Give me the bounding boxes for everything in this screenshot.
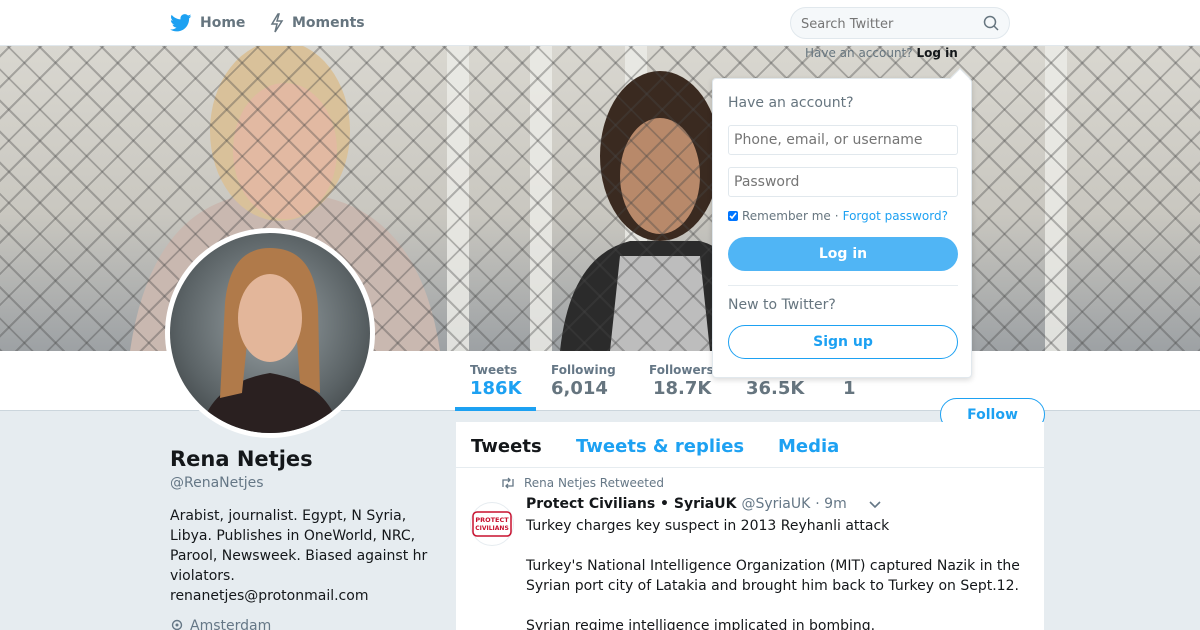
nav-moments-label: Moments — [292, 15, 365, 31]
profile-bio: Arabist, journalist. Egypt, N Syria, Lib… — [170, 506, 440, 606]
login-prompt-text: Have an account? — [805, 46, 913, 60]
login-title: Have an account? — [728, 95, 854, 111]
tweet-header: Protect Civilians • SyriaUK @SyriaUK · 9… — [526, 496, 847, 512]
profile-name: Rena Netjes — [170, 447, 313, 471]
retweet-note[interactable]: Rena Netjes Retweeted — [524, 476, 664, 490]
profile-handle[interactable]: @RenaNetjes — [170, 475, 264, 491]
timeline: Tweets Tweets & replies Media Rena Netje… — [456, 422, 1044, 630]
location-pin-icon — [171, 619, 183, 630]
password-field[interactable] — [728, 167, 958, 197]
avatar-portrait — [200, 248, 340, 433]
nav-moments[interactable]: Moments — [270, 12, 365, 34]
avatar-photo — [170, 233, 370, 433]
tweet-time[interactable]: · 9m — [815, 496, 846, 512]
tweet-author-handle[interactable]: @SyriaUK — [741, 496, 810, 512]
stat-value: 186K — [470, 378, 522, 399]
protect-civilians-logo: PROTECT CIVILIANS — [472, 511, 512, 537]
profile-location: Amsterdam — [170, 618, 271, 630]
stat-value: 6,014 — [551, 378, 608, 399]
tab-tweets-replies[interactable]: Tweets & replies — [576, 436, 744, 457]
timeline-tabs: Tweets Tweets & replies Media — [456, 422, 1044, 468]
chevron-down-icon[interactable] — [868, 500, 882, 510]
stat-label: Following — [551, 363, 616, 377]
retweet-context: Rena Netjes Retweeted — [500, 476, 664, 490]
stat-tweets[interactable]: Tweets 186K — [455, 351, 536, 411]
remember-row: Remember me · Forgot password? — [728, 209, 948, 223]
new-to-twitter-text: New to Twitter? — [728, 297, 836, 313]
login-link[interactable]: Log in — [916, 46, 957, 60]
tweet-text: Turkey charges key suspect in 2013 Reyha… — [526, 516, 1026, 630]
search-box — [790, 7, 1010, 39]
stat-label: Followers — [649, 363, 714, 377]
signup-button[interactable]: Sign up — [728, 325, 958, 359]
lightning-icon — [270, 13, 284, 33]
stat-value: 18.7K — [653, 378, 712, 399]
location-text: Amsterdam — [190, 618, 272, 630]
stat-followers[interactable]: Followers 18.7K — [649, 351, 714, 411]
search-icon[interactable] — [983, 15, 999, 31]
separator-dot: · — [834, 209, 839, 223]
stat-value: 1 — [843, 378, 856, 399]
top-navigation-bar: Home Moments — [0, 0, 1200, 46]
tweet-author-name[interactable]: Protect Civilians • SyriaUK — [526, 496, 736, 512]
nav-home-label: Home — [200, 15, 246, 31]
login-button[interactable]: Log in — [728, 237, 958, 271]
stat-value: 36.5K — [746, 378, 805, 399]
login-dropdown: Have an account? Remember me · Forgot pa… — [712, 68, 972, 378]
profile-avatar[interactable] — [165, 228, 375, 438]
tweet-avatar[interactable]: PROTECT CIVILIANS — [470, 502, 514, 546]
remember-label[interactable]: Remember me — [742, 209, 831, 223]
logo-text-2: CIVILIANS — [475, 525, 509, 532]
divider — [728, 285, 958, 286]
tweet-line: Turkey charges key suspect in 2013 Reyha… — [526, 518, 890, 534]
twitter-bird-icon — [170, 14, 192, 32]
forgot-password-link[interactable]: Forgot password? — [843, 209, 948, 223]
logo-text-1: PROTECT — [475, 516, 509, 524]
login-toggle[interactable]: Have an account? Log in — [805, 46, 958, 60]
tweet-line: Turkey's National Intelligence Organizat… — [526, 558, 1020, 594]
username-field[interactable] — [728, 125, 958, 155]
bio-email: renanetjes@protonmail.com — [170, 588, 369, 604]
search-input[interactable] — [801, 14, 981, 34]
tab-media[interactable]: Media — [778, 436, 839, 457]
retweet-icon — [502, 477, 514, 489]
tab-tweets[interactable]: Tweets — [471, 436, 542, 457]
remember-checkbox[interactable] — [728, 211, 738, 221]
tweet-line: Syrian regime intelligence implicated in… — [526, 618, 876, 630]
stat-label: Tweets — [470, 363, 518, 377]
bio-text: Arabist, journalist. Egypt, N Syria, Lib… — [170, 508, 428, 584]
stat-following[interactable]: Following 6,014 — [551, 351, 616, 411]
nav-home[interactable]: Home — [170, 12, 245, 34]
